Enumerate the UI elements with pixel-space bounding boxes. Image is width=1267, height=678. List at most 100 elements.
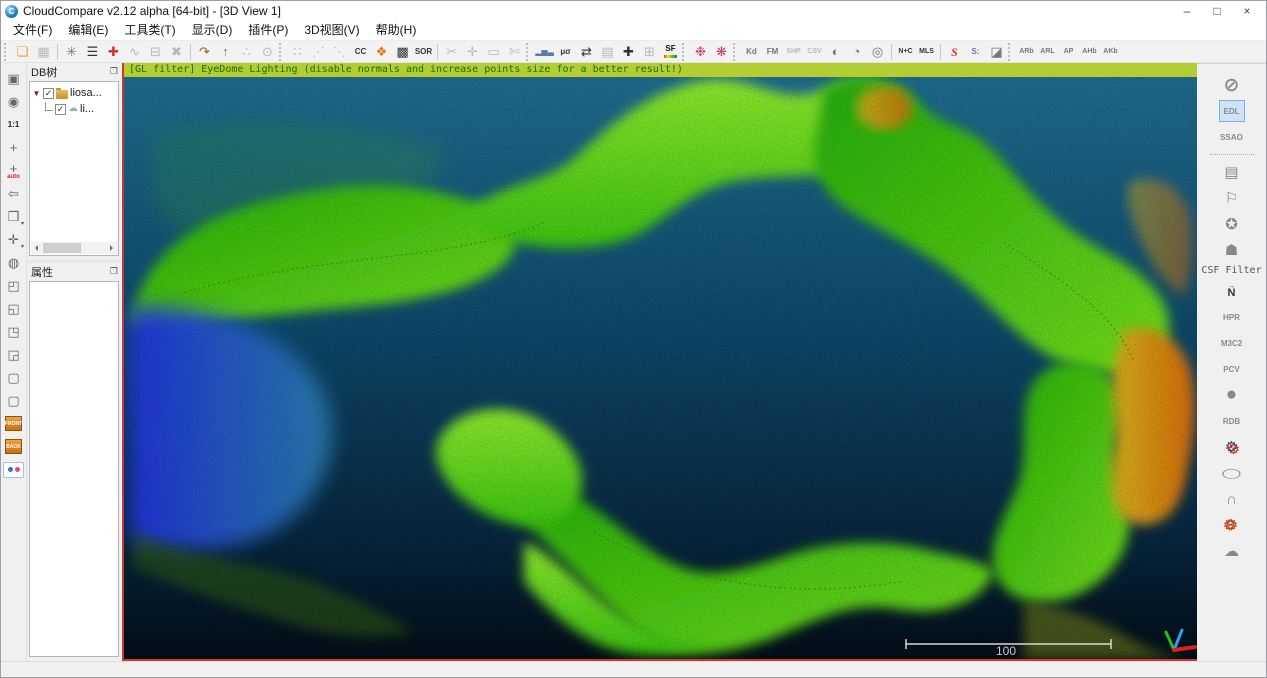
- screenshot-camera-button[interactable]: ◉: [3, 91, 24, 112]
- add-scalar-field-button[interactable]: ✚: [618, 42, 639, 62]
- interactive-segment-button[interactable]: ✂: [441, 42, 462, 62]
- canupo-create-button[interactable]: ❉: [690, 42, 711, 62]
- menu-display[interactable]: 显示(D): [184, 21, 241, 40]
- sphere-half-button[interactable]: ◐: [825, 42, 846, 62]
- broom-button[interactable]: ⚐: [1219, 187, 1245, 209]
- point-list-picking-button[interactable]: ✚: [103, 42, 124, 62]
- edl-filter-button[interactable]: EDL: [1219, 100, 1245, 122]
- toolbar-handle[interactable]: [4, 43, 9, 61]
- rdb-import-button[interactable]: RDB: [1219, 410, 1245, 432]
- tree-item[interactable]: ▼✓liosa...: [32, 85, 118, 101]
- scroll-left-icon[interactable]: [31, 242, 41, 254]
- pan-mode-button[interactable]: ✛▾: [3, 229, 24, 250]
- scroll-right-icon[interactable]: [107, 242, 117, 254]
- point-cloud-view[interactable]: 100: [124, 63, 1197, 659]
- menu-plugins[interactable]: 插件(P): [240, 21, 296, 40]
- perspective-mode-button[interactable]: ❒▾: [3, 206, 24, 227]
- hough-normals-button[interactable]: ⚙: [1219, 514, 1245, 536]
- fm-plugin-button[interactable]: FM: [762, 42, 783, 62]
- scroll-thumb[interactable]: [43, 243, 81, 253]
- view-right-button[interactable]: ◲: [3, 344, 24, 365]
- kd-tree-button[interactable]: Kd: [741, 42, 762, 62]
- sor-filter-button[interactable]: SOR: [413, 42, 434, 62]
- noise-filter-button[interactable]: ∷: [287, 42, 308, 62]
- magnet-tool-button[interactable]: ∩: [1219, 488, 1245, 510]
- translate-rotate-button[interactable]: ✛: [462, 42, 483, 62]
- sample-points-button[interactable]: ⋱: [329, 42, 350, 62]
- crop-button[interactable]: ✄: [504, 42, 525, 62]
- scroll-track[interactable]: [41, 242, 107, 254]
- circle-fit-button[interactable]: ◯: [1219, 462, 1245, 484]
- view-front-button[interactable]: FRONT: [3, 413, 24, 434]
- menu-tools[interactable]: 工具类(T): [116, 21, 183, 40]
- tree-item-checkbox[interactable]: ✓: [55, 104, 66, 115]
- view-top-button[interactable]: ◰: [3, 275, 24, 296]
- tree-item-checkbox[interactable]: ✓: [43, 88, 54, 99]
- tree-item[interactable]: ✓☁li...: [32, 101, 118, 117]
- ransac-gears-button[interactable]: ⚙: [1219, 436, 1245, 458]
- octree-button[interactable]: ⊙: [257, 42, 278, 62]
- csf-normal-button[interactable]: →N: [1219, 280, 1245, 302]
- ssao-filter-button[interactable]: SSAO: [1219, 126, 1245, 148]
- menu-edit[interactable]: 编辑(E): [60, 21, 116, 40]
- sf-arithmetic-button[interactable]: ⊞: [639, 42, 660, 62]
- m3c2-button[interactable]: M3C2: [1219, 332, 1245, 354]
- plugin-3-button[interactable]: AP: [1058, 42, 1079, 62]
- tree-expander-icon[interactable]: ▼: [32, 89, 41, 98]
- db-tree-hscrollbar[interactable]: [31, 242, 117, 254]
- view-back-button[interactable]: BACK: [3, 436, 24, 457]
- pick-rotation-center-button[interactable]: ⇦: [3, 183, 24, 204]
- poisson-recon-button[interactable]: ●: [1219, 384, 1245, 406]
- filter-points-button[interactable]: ⋰: [308, 42, 329, 62]
- zoom-magnifier-button[interactable]: ◍: [3, 252, 24, 273]
- view-left-button[interactable]: ◳: [3, 321, 24, 342]
- cloud-cloud-compare-button[interactable]: CC: [350, 42, 371, 62]
- clipping-box-button[interactable]: ▭: [483, 42, 504, 62]
- plugin-4-button[interactable]: AHb: [1079, 42, 1100, 62]
- sf-color-scale-button[interactable]: SF: [660, 42, 681, 62]
- toolbar-handle[interactable]: [279, 43, 284, 61]
- fox-plugin-button[interactable]: ❖: [371, 42, 392, 62]
- pie-sphere-button[interactable]: ◔: [846, 42, 867, 62]
- open-button[interactable]: ❏: [12, 42, 33, 62]
- toolbar-handle[interactable]: [682, 43, 687, 61]
- disable-gl-filter-button[interactable]: ⊘: [1219, 74, 1245, 96]
- screen-render-button[interactable]: ▣: [3, 68, 24, 89]
- clone-button[interactable]: ↷: [194, 42, 215, 62]
- menu-3d-views[interactable]: 3D视图(V): [296, 21, 367, 40]
- toolbar-handle[interactable]: [1008, 43, 1013, 61]
- plugin-1-button[interactable]: ARb: [1016, 42, 1037, 62]
- subsample-button[interactable]: ∴: [236, 42, 257, 62]
- cloud-layers-button[interactable]: ☁: [1219, 540, 1245, 562]
- delete-button[interactable]: ✖: [166, 42, 187, 62]
- csv-export-button[interactable]: CSV: [804, 42, 825, 62]
- properties-list-button[interactable]: ☰: [82, 42, 103, 62]
- close-button[interactable]: ×: [1232, 2, 1262, 20]
- save-button[interactable]: ▦: [33, 42, 54, 62]
- global-shift-button[interactable]: ✳: [61, 42, 82, 62]
- shp-export-button[interactable]: SHP: [783, 42, 804, 62]
- pcv-button[interactable]: PCV: [1219, 358, 1245, 380]
- segment-lasso-button[interactable]: ∿: [124, 42, 145, 62]
- view-iso1-button[interactable]: ▢: [3, 367, 24, 388]
- stereo-glasses-button[interactable]: [3, 459, 24, 480]
- zoom-1-1-button[interactable]: 1:1: [3, 114, 24, 135]
- extract-section-button[interactable]: ⊟: [145, 42, 166, 62]
- toolbar-handle[interactable]: [733, 43, 738, 61]
- view-bottom-button[interactable]: ◱: [3, 298, 24, 319]
- sf-min-max-button[interactable]: ⇄: [576, 42, 597, 62]
- hpr-button[interactable]: HPR: [1219, 306, 1245, 328]
- db-tree-content[interactable]: ▼✓liosa...✓☁li...: [29, 81, 119, 256]
- plugin-2-button[interactable]: ARL: [1037, 42, 1058, 62]
- globe-mesh-button[interactable]: ◎: [867, 42, 888, 62]
- gaussian-fit-button[interactable]: μσ: [555, 42, 576, 62]
- 3d-viewport[interactable]: 100 [GL filter] EyeDome Lighting (disabl…: [122, 63, 1197, 661]
- zoom-fit-button[interactable]: +: [3, 137, 24, 158]
- histogram-button[interactable]: ▂▅▃: [534, 42, 555, 62]
- toolbar-handle[interactable]: [526, 43, 531, 61]
- facets-shield-button[interactable]: ☗: [1219, 239, 1245, 261]
- canupo-classify-button[interactable]: ❋: [711, 42, 732, 62]
- merge-button[interactable]: ↑: [215, 42, 236, 62]
- properties-float-button[interactable]: ❐: [110, 266, 118, 277]
- maximize-button[interactable]: □: [1202, 2, 1232, 20]
